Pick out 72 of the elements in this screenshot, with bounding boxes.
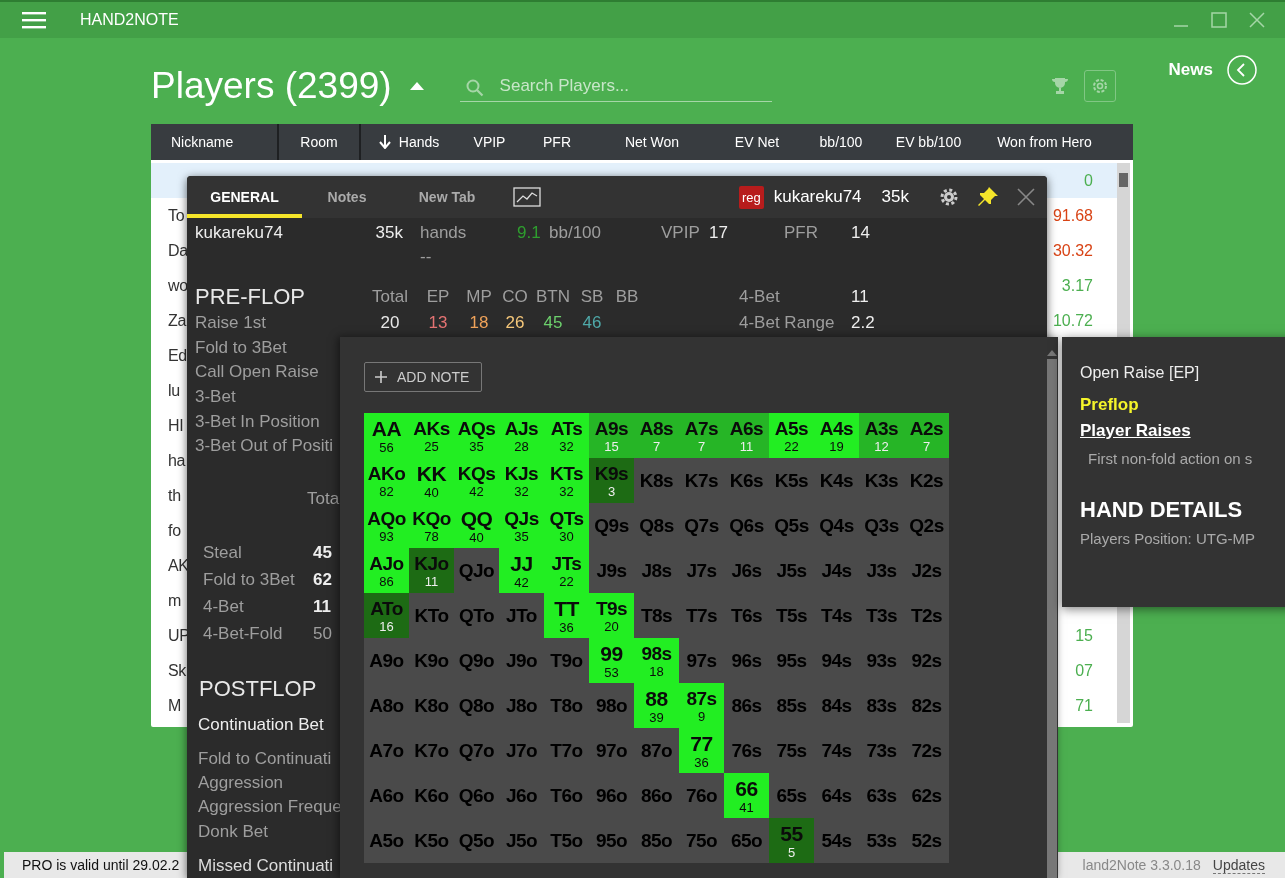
street-label: Preflop: [1080, 395, 1139, 415]
stat-label: Fold to Continuati: [198, 747, 332, 770]
player-name: kukareku74: [773, 187, 862, 207]
stat-value: 62: [312, 570, 332, 591]
table-cell: Ed: [168, 346, 187, 365]
table-cell: 30.32: [1052, 241, 1093, 260]
column-header: BB: [614, 287, 640, 307]
section-title: PRE-FLOP: [195, 284, 307, 310]
player-name: kukareku74: [195, 223, 284, 243]
detail-text: Players Position: UTG-MP: [1080, 530, 1256, 547]
column-header: SB: [579, 287, 605, 307]
stat-label: Aggression Freque: [198, 796, 342, 819]
stat-label: Call Open Raise: [195, 362, 320, 383]
page-title: Players (2399): [151, 65, 392, 107]
action-label: Player Raises: [1080, 421, 1191, 441]
description-text: First non-fold action on s: [1088, 450, 1253, 467]
column-header: EP: [425, 287, 451, 307]
stat-value: 46: [581, 313, 603, 334]
table-cell: Da: [168, 241, 188, 260]
stat-label: Raise 1st: [195, 313, 267, 334]
version-text: land2Note 3.3.0.18: [1082, 857, 1201, 873]
stat-label: 4-Bet-Fold: [202, 624, 284, 645]
table-cell: 3.17: [1061, 276, 1093, 295]
stat-label: 4-Bet Range: [739, 313, 836, 334]
reg-badge: reg: [738, 185, 764, 209]
column-header: Tota: [307, 488, 340, 509]
hands-count: 35k: [881, 187, 909, 207]
column-header: MP: [465, 287, 493, 307]
stat-label: 3-Bet: [195, 387, 237, 408]
stat-label: 3-Bet Out of Positi: [195, 436, 334, 457]
column-header: BTN: [535, 287, 571, 307]
section-title: HAND DETAILS: [1080, 497, 1243, 523]
column-header: Total: [371, 287, 409, 307]
stat-label: 4-Bet: [739, 287, 781, 307]
app-title: HAND2NOTE: [80, 11, 179, 29]
stat-label: Fold to 3Bet: [202, 570, 296, 591]
stat-value: 17: [709, 223, 729, 243]
table-cell: 0: [1084, 171, 1093, 190]
stat-value: 45: [312, 543, 332, 564]
table-cell: To: [168, 206, 185, 225]
column-header: CO: [501, 287, 529, 307]
stat-value: 13: [427, 313, 449, 334]
stat-label: bb/100: [549, 223, 602, 243]
stat-value: 11: [851, 287, 869, 307]
stat-label: 4-Bet: [202, 597, 245, 618]
hands-count: 35k: [374, 223, 403, 243]
stat-value: 45: [542, 313, 564, 334]
stat-label: hands: [420, 223, 468, 243]
stat-label: Fold to 3Bet: [195, 337, 288, 358]
stat-value: 26: [504, 313, 526, 334]
subsection-title: Missed Continuati: [197, 856, 334, 877]
stat-label: Aggression: [198, 771, 284, 794]
table-cell: wo: [168, 276, 188, 295]
subsection-title: Continuation Bet: [197, 713, 324, 736]
stat-value: 11: [312, 597, 331, 618]
license-text: PRO is valid until 29.02.2: [22, 857, 180, 873]
stat-label: VPIP: [661, 223, 701, 243]
stat-value: --: [420, 247, 432, 267]
section-title: POSTFLOP: [198, 674, 317, 703]
stat-value: 18: [468, 313, 490, 334]
stat-label: 3-Bet In Position: [195, 411, 321, 432]
tooltip-title: Open Raise [EP]: [1080, 363, 1200, 383]
stat-value: 2.2: [851, 313, 875, 334]
stat-value: 14: [851, 223, 870, 243]
table-cell: 91.68: [1052, 206, 1093, 225]
stat-label: Steal: [202, 543, 243, 564]
stat-value: 50: [312, 624, 332, 645]
stat-label: Donk Bet: [198, 820, 268, 843]
table-cell: lu: [168, 381, 180, 400]
stat-label: PFR: [784, 223, 819, 243]
stat-value: 20: [379, 313, 401, 334]
news-label: News: [1168, 60, 1213, 80]
